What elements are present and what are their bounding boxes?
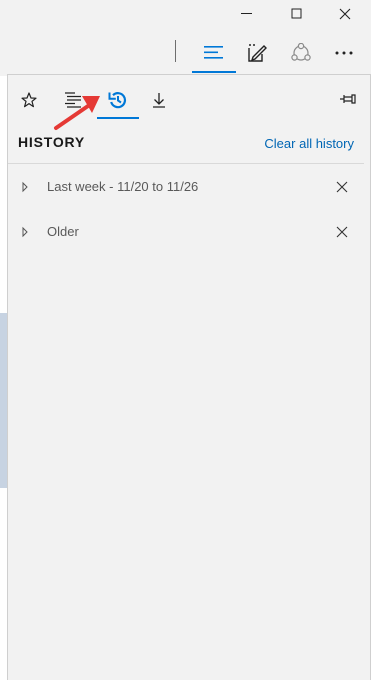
tab-favorites[interactable] [9,85,49,115]
maximize-button[interactable] [274,0,320,28]
star-icon [21,92,37,108]
download-icon [153,93,165,108]
close-icon [336,226,348,238]
close-button[interactable] [322,0,368,28]
web-note-icon [248,44,267,62]
page-image-edge [0,313,7,488]
close-icon [339,8,351,20]
web-note-button[interactable] [236,36,278,70]
expand-caret-icon[interactable] [20,225,30,239]
title-bar [0,0,371,28]
pin-button[interactable] [336,88,360,110]
toolbar-separator [175,40,176,62]
expand-caret-icon[interactable] [20,180,30,194]
history-group-older[interactable]: Older [8,217,364,247]
hub-button[interactable] [193,36,235,70]
more-button[interactable] [323,36,365,70]
remove-group-button[interactable] [332,177,352,197]
share-button[interactable] [280,36,322,70]
minimize-icon [241,13,252,14]
tab-downloads[interactable] [139,85,179,115]
browser-toolbar [0,28,371,76]
maximize-icon [291,8,302,19]
minimize-button[interactable] [224,0,270,28]
hub-panel: HISTORY Clear all history Last week - 11… [7,74,370,680]
history-group-last-week[interactable]: Last week - 11/20 to 11/26 [8,172,364,202]
more-icon [335,51,353,55]
hub-icon [204,46,223,59]
share-icon [291,43,311,61]
clear-all-history-link[interactable]: Clear all history [264,136,354,151]
history-group-label: Last week - 11/20 to 11/26 [47,179,199,194]
page-title: HISTORY [18,134,86,150]
history-group-label: Older [47,224,79,239]
close-icon [336,181,348,193]
hub-active-indicator [192,71,236,73]
header-divider [8,163,364,164]
remove-group-button[interactable] [332,222,352,242]
red-arrow [54,96,100,130]
pin-icon [340,94,356,104]
